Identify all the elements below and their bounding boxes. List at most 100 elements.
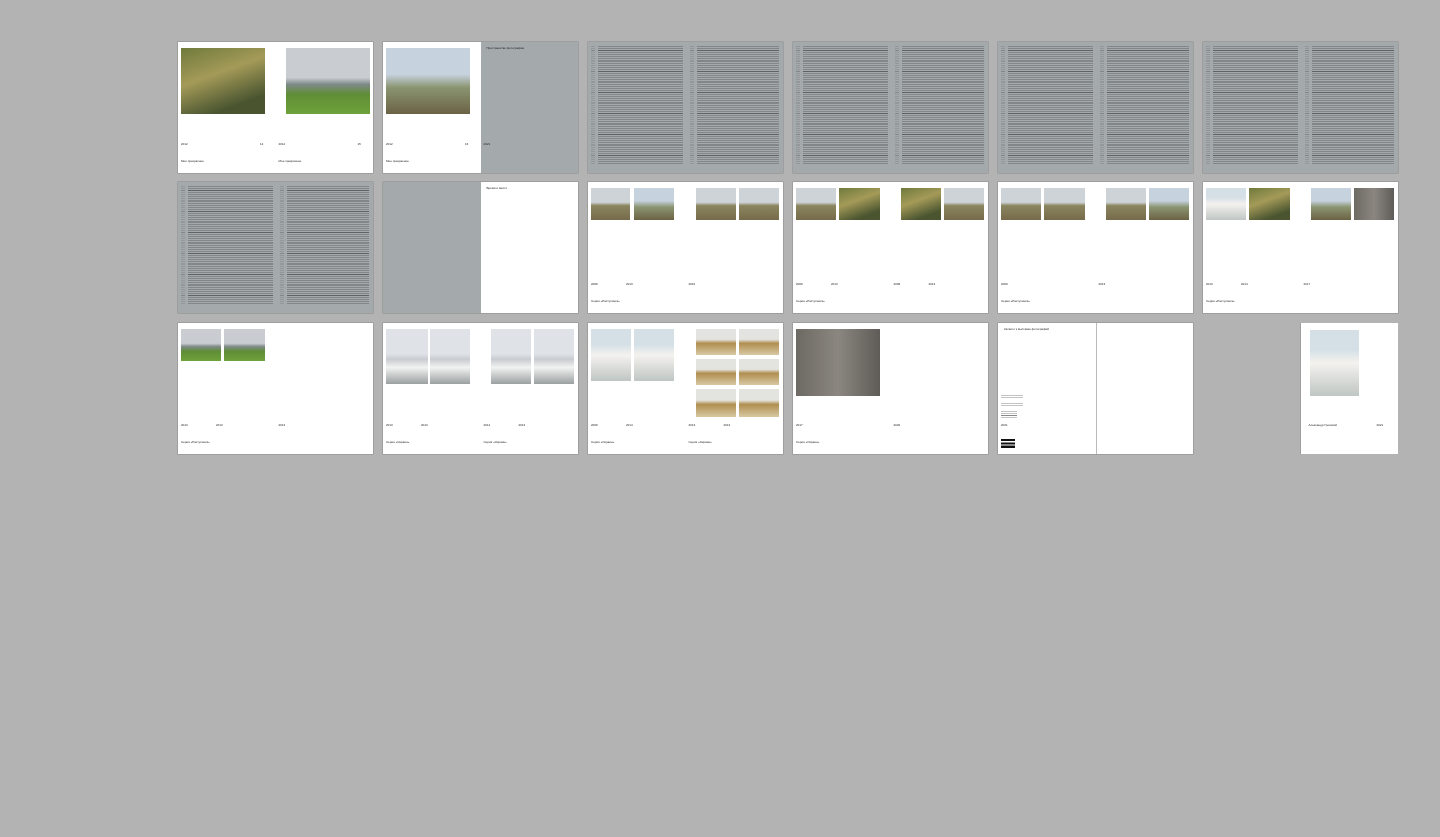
photograph[interactable] xyxy=(839,188,880,220)
interview-text-block xyxy=(697,46,779,164)
photograph[interactable] xyxy=(901,188,941,220)
caption-series: Серия «Окраин» xyxy=(591,440,615,444)
left-page xyxy=(383,182,481,313)
interview-text-block xyxy=(188,186,273,304)
photograph[interactable] xyxy=(286,48,370,114)
caption-year2: 2013 xyxy=(626,282,633,286)
photograph[interactable] xyxy=(386,48,470,114)
book-spread[interactable]: 2009 2013 Серия «Раступинск» xyxy=(998,182,1193,313)
photograph[interactable] xyxy=(591,329,631,381)
caption-series: Мое прекрасное xyxy=(386,159,409,163)
book-spread[interactable]: Александр Гронский 2021 xyxy=(1203,323,1398,454)
caption-year: 2009 xyxy=(591,282,598,286)
photograph[interactable] xyxy=(591,188,630,220)
photograph[interactable] xyxy=(1001,188,1041,220)
book-spread[interactable]: 2009 2013 2016 Серия «Раступинск» xyxy=(588,182,783,313)
book-spread[interactable] xyxy=(178,182,373,313)
book-spread[interactable] xyxy=(998,42,1193,173)
caption-year: 2016 xyxy=(688,282,696,286)
photograph[interactable] xyxy=(796,329,880,396)
book-spread[interactable]: 2013 2014 2017 Серия «Раступинск» xyxy=(1203,182,1398,313)
photograph[interactable] xyxy=(181,48,265,114)
book-spread[interactable]: Время и место xyxy=(383,182,578,313)
book-spread[interactable]: 2012 16 2021 Мое прекрасное Пространство фот… xyxy=(383,42,578,173)
photograph[interactable] xyxy=(1206,188,1246,220)
book-spread[interactable] xyxy=(793,42,988,173)
caption-top: Время и место xyxy=(486,186,508,190)
caption-series: Серия «Окраин» xyxy=(386,440,410,444)
photograph[interactable] xyxy=(634,188,674,220)
caption-year: 2021 xyxy=(1001,423,1008,427)
photograph[interactable] xyxy=(1354,188,1394,220)
photograph[interactable] xyxy=(1249,188,1290,220)
speaker-marker xyxy=(1100,46,1104,164)
photograph[interactable] xyxy=(944,188,984,220)
photograph[interactable] xyxy=(739,389,779,417)
right-page xyxy=(480,42,578,173)
photograph[interactable] xyxy=(739,329,779,355)
photograph[interactable] xyxy=(696,359,736,385)
caption-year2: 2014 xyxy=(1241,282,1248,286)
interview-text-block xyxy=(1312,46,1394,164)
book-spread[interactable]: 2009 2013 2009 2013 Серия «Раступинск» xyxy=(793,182,988,313)
photograph[interactable] xyxy=(696,188,736,220)
speaker-marker xyxy=(895,46,899,164)
caption-year: 2012 xyxy=(386,142,393,146)
photograph[interactable] xyxy=(1106,188,1146,220)
photograph[interactable] xyxy=(739,359,779,385)
book-spread[interactable]: 2013 2013 2014 2013 Серия «Окраин» Серия «Окр… xyxy=(383,323,578,454)
caption-year2: 2013 xyxy=(216,423,223,427)
photograph[interactable] xyxy=(181,329,221,361)
photograph[interactable] xyxy=(534,329,574,384)
caption-year: 2009 xyxy=(1001,282,1008,286)
caption-series2: Александр Гронский xyxy=(1308,423,1337,427)
caption-top: Пространство фотографии xyxy=(486,46,525,50)
photograph[interactable] xyxy=(1310,330,1359,396)
photograph[interactable] xyxy=(1311,188,1351,220)
caption-year: 2013 xyxy=(386,423,393,427)
photograph[interactable] xyxy=(1044,188,1085,220)
credits-text xyxy=(1001,411,1017,419)
book-spread[interactable]: Каталог к выставке фотографий 2021 xyxy=(998,323,1193,454)
photograph[interactable] xyxy=(386,329,428,384)
book-spread[interactable]: 2013 2013 2013 Серия «Раступинск» xyxy=(178,323,373,454)
photograph[interactable] xyxy=(696,389,736,417)
book-spread[interactable]: 2017 2020 Серия «Окраин» xyxy=(793,323,988,454)
photograph[interactable] xyxy=(430,329,470,384)
photograph[interactable] xyxy=(696,329,736,355)
caption-series: Серия «Окраин» xyxy=(688,440,712,444)
caption-num: 16 xyxy=(465,142,469,146)
right-page xyxy=(1095,323,1193,454)
caption-year2: 2013 xyxy=(421,423,428,427)
speaker-marker xyxy=(280,186,284,304)
book-spread[interactable]: 2012 14 2012 15 Мое прекрасное Мое прекрасное xyxy=(178,42,373,173)
caption-series: Серия «Раступинск» xyxy=(1206,299,1235,303)
left-page xyxy=(998,323,1096,454)
interview-text-block xyxy=(902,46,984,164)
photograph[interactable] xyxy=(1149,188,1189,220)
photograph[interactable] xyxy=(634,329,674,381)
book-spread[interactable] xyxy=(1203,42,1398,173)
photograph[interactable] xyxy=(796,188,836,220)
page-divider xyxy=(1095,323,1096,454)
caption-year2: 2013 xyxy=(831,282,838,286)
photograph[interactable] xyxy=(739,188,779,220)
interview-text-block xyxy=(598,46,683,164)
photograph[interactable] xyxy=(491,329,531,384)
caption-series: Серия «Раступинск» xyxy=(796,299,825,303)
caption-year: 2020 xyxy=(893,423,901,427)
interview-text-block xyxy=(287,186,369,304)
credits-text xyxy=(1001,395,1023,398)
caption-series: Мое прекрасное xyxy=(181,159,204,163)
caption-year: 2017 xyxy=(796,423,803,427)
caption-top: Каталог к выставке фотографий xyxy=(1004,327,1049,331)
photograph[interactable] xyxy=(224,329,265,361)
book-spread[interactable] xyxy=(588,42,783,173)
interview-text-block xyxy=(1008,46,1093,164)
right-page xyxy=(890,323,988,454)
caption-year: 2013 xyxy=(181,423,188,427)
book-spread[interactable]: 2009 2014 2013 2013 Серия «Окраин» Серия «Окр… xyxy=(588,323,783,454)
caption-year: 2009 xyxy=(796,282,803,286)
right-page xyxy=(480,182,578,313)
caption-series: Мое прекрасное xyxy=(278,159,302,163)
